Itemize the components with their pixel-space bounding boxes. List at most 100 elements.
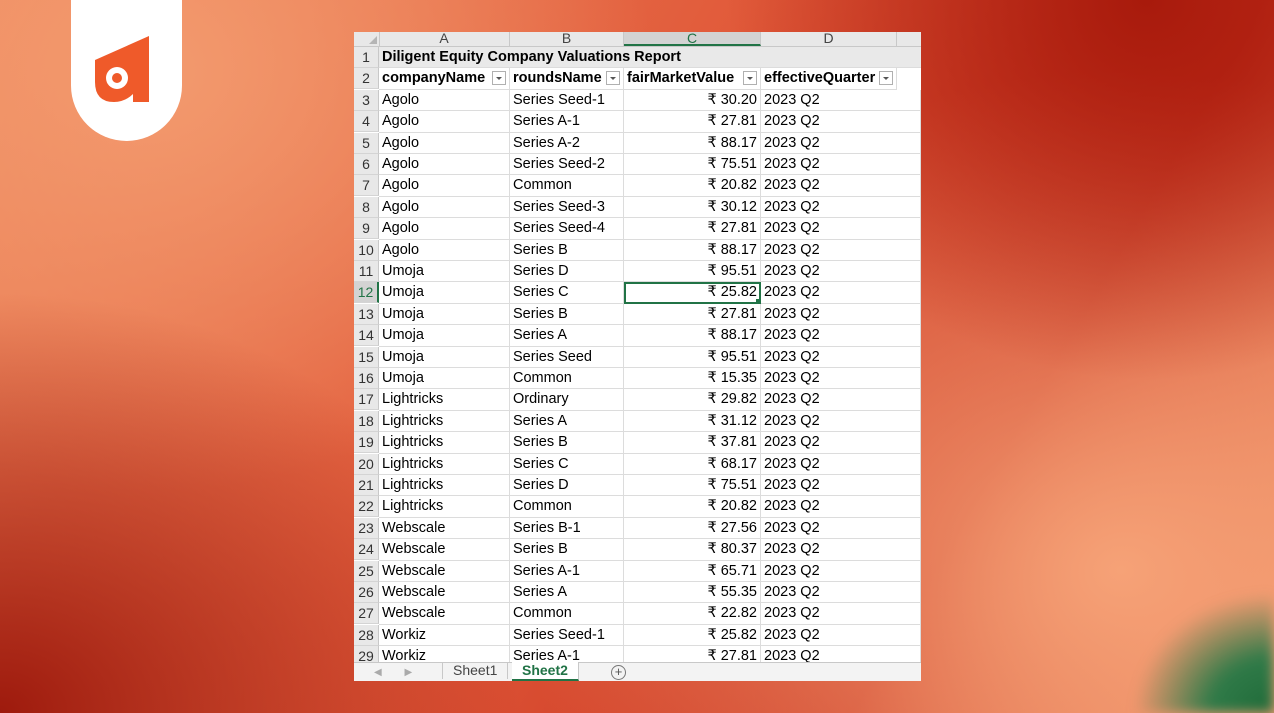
table-cell[interactable]: 2023 Q2 bbox=[761, 346, 921, 368]
table-cell[interactable]: ₹ 20.82 bbox=[624, 496, 761, 518]
table-cell[interactable]: Agolo bbox=[379, 111, 510, 133]
column-header-d[interactable]: D bbox=[761, 32, 897, 46]
table-cell[interactable]: Webscale bbox=[379, 560, 510, 582]
row-header[interactable]: 23 bbox=[354, 517, 379, 539]
table-cell[interactable]: Lightricks bbox=[379, 453, 510, 475]
table-cell[interactable]: Series B bbox=[510, 303, 624, 326]
table-cell[interactable]: Agolo bbox=[379, 239, 510, 261]
table-cell[interactable]: ₹ 88.17 bbox=[624, 239, 761, 261]
table-cell[interactable]: ₹ 27.81 bbox=[624, 111, 761, 133]
table-cell[interactable]: 2023 Q2 bbox=[761, 196, 921, 219]
filter-dropdown-icon[interactable] bbox=[879, 71, 893, 86]
row-header[interactable]: 13 bbox=[354, 303, 379, 325]
header-cell-fairMarketValue[interactable]: fairMarketValue bbox=[624, 68, 761, 90]
table-cell[interactable]: ₹ 20.82 bbox=[624, 175, 761, 197]
table-cell[interactable]: ₹ 27.81 bbox=[624, 218, 761, 240]
table-cell[interactable]: Webscale bbox=[379, 582, 510, 604]
table-cell[interactable]: Series Seed-1 bbox=[510, 89, 624, 112]
table-cell[interactable]: Series A bbox=[510, 325, 624, 347]
table-cell[interactable]: Umoja bbox=[379, 303, 510, 326]
table-cell[interactable]: ₹ 37.81 bbox=[624, 432, 761, 454]
row-header[interactable]: 5 bbox=[354, 132, 379, 154]
row-header[interactable]: 4 bbox=[354, 111, 379, 133]
select-all-button[interactable] bbox=[354, 32, 380, 46]
table-cell[interactable]: ₹ 68.17 bbox=[624, 453, 761, 475]
table-cell[interactable]: ₹ 95.51 bbox=[624, 261, 761, 283]
filter-dropdown-icon[interactable] bbox=[606, 71, 620, 86]
table-cell[interactable]: Lightricks bbox=[379, 410, 510, 433]
table-cell[interactable]: 2023 Q2 bbox=[761, 111, 921, 133]
row-header[interactable]: 20 bbox=[354, 453, 379, 475]
table-cell[interactable]: ₹ 88.17 bbox=[624, 132, 761, 154]
table-cell[interactable]: Lightricks bbox=[379, 496, 510, 518]
row-header[interactable]: 17 bbox=[354, 389, 379, 411]
table-cell[interactable]: ₹ 27.56 bbox=[624, 517, 761, 540]
table-cell[interactable]: Lightricks bbox=[379, 475, 510, 497]
table-cell[interactable]: ₹ 29.82 bbox=[624, 389, 761, 411]
plus-circle-icon[interactable]: + bbox=[611, 665, 626, 680]
table-cell[interactable]: Series Seed-1 bbox=[510, 624, 624, 647]
row-header[interactable]: 1 bbox=[354, 47, 379, 68]
table-cell[interactable]: ₹ 15.35 bbox=[624, 368, 761, 390]
table-cell[interactable]: Agolo bbox=[379, 132, 510, 154]
table-cell[interactable]: ₹ 80.37 bbox=[624, 539, 761, 561]
table-cell[interactable]: 2023 Q2 bbox=[761, 624, 921, 647]
table-cell[interactable]: Common bbox=[510, 603, 624, 625]
table-cell[interactable]: ₹ 75.51 bbox=[624, 475, 761, 497]
table-cell[interactable]: Agolo bbox=[379, 175, 510, 197]
row-header[interactable]: 24 bbox=[354, 539, 379, 561]
table-cell[interactable]: Series B bbox=[510, 239, 624, 261]
column-header-b[interactable]: B bbox=[510, 32, 624, 46]
table-cell[interactable]: 2023 Q2 bbox=[761, 410, 921, 433]
table-cell[interactable]: Series Seed-3 bbox=[510, 196, 624, 219]
table-cell[interactable]: Series B bbox=[510, 432, 624, 454]
table-cell[interactable]: Series B-1 bbox=[510, 517, 624, 540]
table-cell[interactable]: Series Seed-2 bbox=[510, 154, 624, 176]
table-cell[interactable]: 2023 Q2 bbox=[761, 303, 921, 326]
table-cell[interactable]: Workiz bbox=[379, 624, 510, 647]
table-cell[interactable]: 2023 Q2 bbox=[761, 539, 921, 561]
table-cell[interactable]: Ordinary bbox=[510, 389, 624, 411]
table-cell[interactable]: 2023 Q2 bbox=[761, 603, 921, 625]
row-header[interactable]: 21 bbox=[354, 475, 379, 496]
header-cell-companyName[interactable]: companyName bbox=[379, 68, 510, 90]
table-cell[interactable]: Webscale bbox=[379, 539, 510, 561]
table-cell[interactable]: 2023 Q2 bbox=[761, 582, 921, 604]
table-cell[interactable]: Series A-2 bbox=[510, 132, 624, 154]
table-cell[interactable]: Series A-1 bbox=[510, 560, 624, 582]
table-cell[interactable]: 2023 Q2 bbox=[761, 325, 921, 347]
table-cell[interactable]: Agolo bbox=[379, 154, 510, 176]
table-cell[interactable]: 2023 Q2 bbox=[761, 261, 921, 283]
table-cell[interactable]: Common bbox=[510, 175, 624, 197]
table-cell[interactable]: Series D bbox=[510, 475, 624, 497]
row-header[interactable]: 28 bbox=[354, 624, 379, 646]
table-cell[interactable]: Series B bbox=[510, 539, 624, 561]
table-cell[interactable]: 2023 Q2 bbox=[761, 475, 921, 497]
table-cell[interactable]: 2023 Q2 bbox=[761, 432, 921, 454]
table-cell[interactable]: Series A bbox=[510, 410, 624, 433]
row-header[interactable]: 7 bbox=[354, 175, 379, 197]
table-cell[interactable]: Series A-1 bbox=[510, 111, 624, 133]
row-header[interactable]: 6 bbox=[354, 154, 379, 175]
table-cell[interactable]: Umoja bbox=[379, 261, 510, 283]
row-header[interactable]: 18 bbox=[354, 410, 379, 432]
table-cell[interactable]: Umoja bbox=[379, 282, 510, 304]
table-cell[interactable]: ₹ 30.12 bbox=[624, 196, 761, 219]
table-cell[interactable]: 2023 Q2 bbox=[761, 389, 921, 411]
table-cell[interactable]: ₹ 25.82 bbox=[624, 624, 761, 647]
table-cell[interactable]: 2023 Q2 bbox=[761, 132, 921, 154]
table-cell[interactable]: Series Seed-4 bbox=[510, 218, 624, 240]
table-cell[interactable]: Series C bbox=[510, 282, 624, 304]
table-cell[interactable]: Umoja bbox=[379, 325, 510, 347]
row-header[interactable]: 12 bbox=[354, 282, 379, 304]
table-cell[interactable]: ₹ 95.51 bbox=[624, 346, 761, 368]
table-cell[interactable]: Umoja bbox=[379, 368, 510, 390]
table-cell[interactable]: ₹ 31.12 bbox=[624, 410, 761, 433]
table-cell[interactable]: Umoja bbox=[379, 346, 510, 368]
table-cell[interactable]: Agolo bbox=[379, 218, 510, 240]
table-cell[interactable]: 2023 Q2 bbox=[761, 368, 921, 390]
table-cell[interactable]: 2023 Q2 bbox=[761, 453, 921, 475]
table-cell[interactable]: Lightricks bbox=[379, 432, 510, 454]
table-cell[interactable]: Agolo bbox=[379, 89, 510, 112]
row-header[interactable]: 19 bbox=[354, 432, 379, 454]
